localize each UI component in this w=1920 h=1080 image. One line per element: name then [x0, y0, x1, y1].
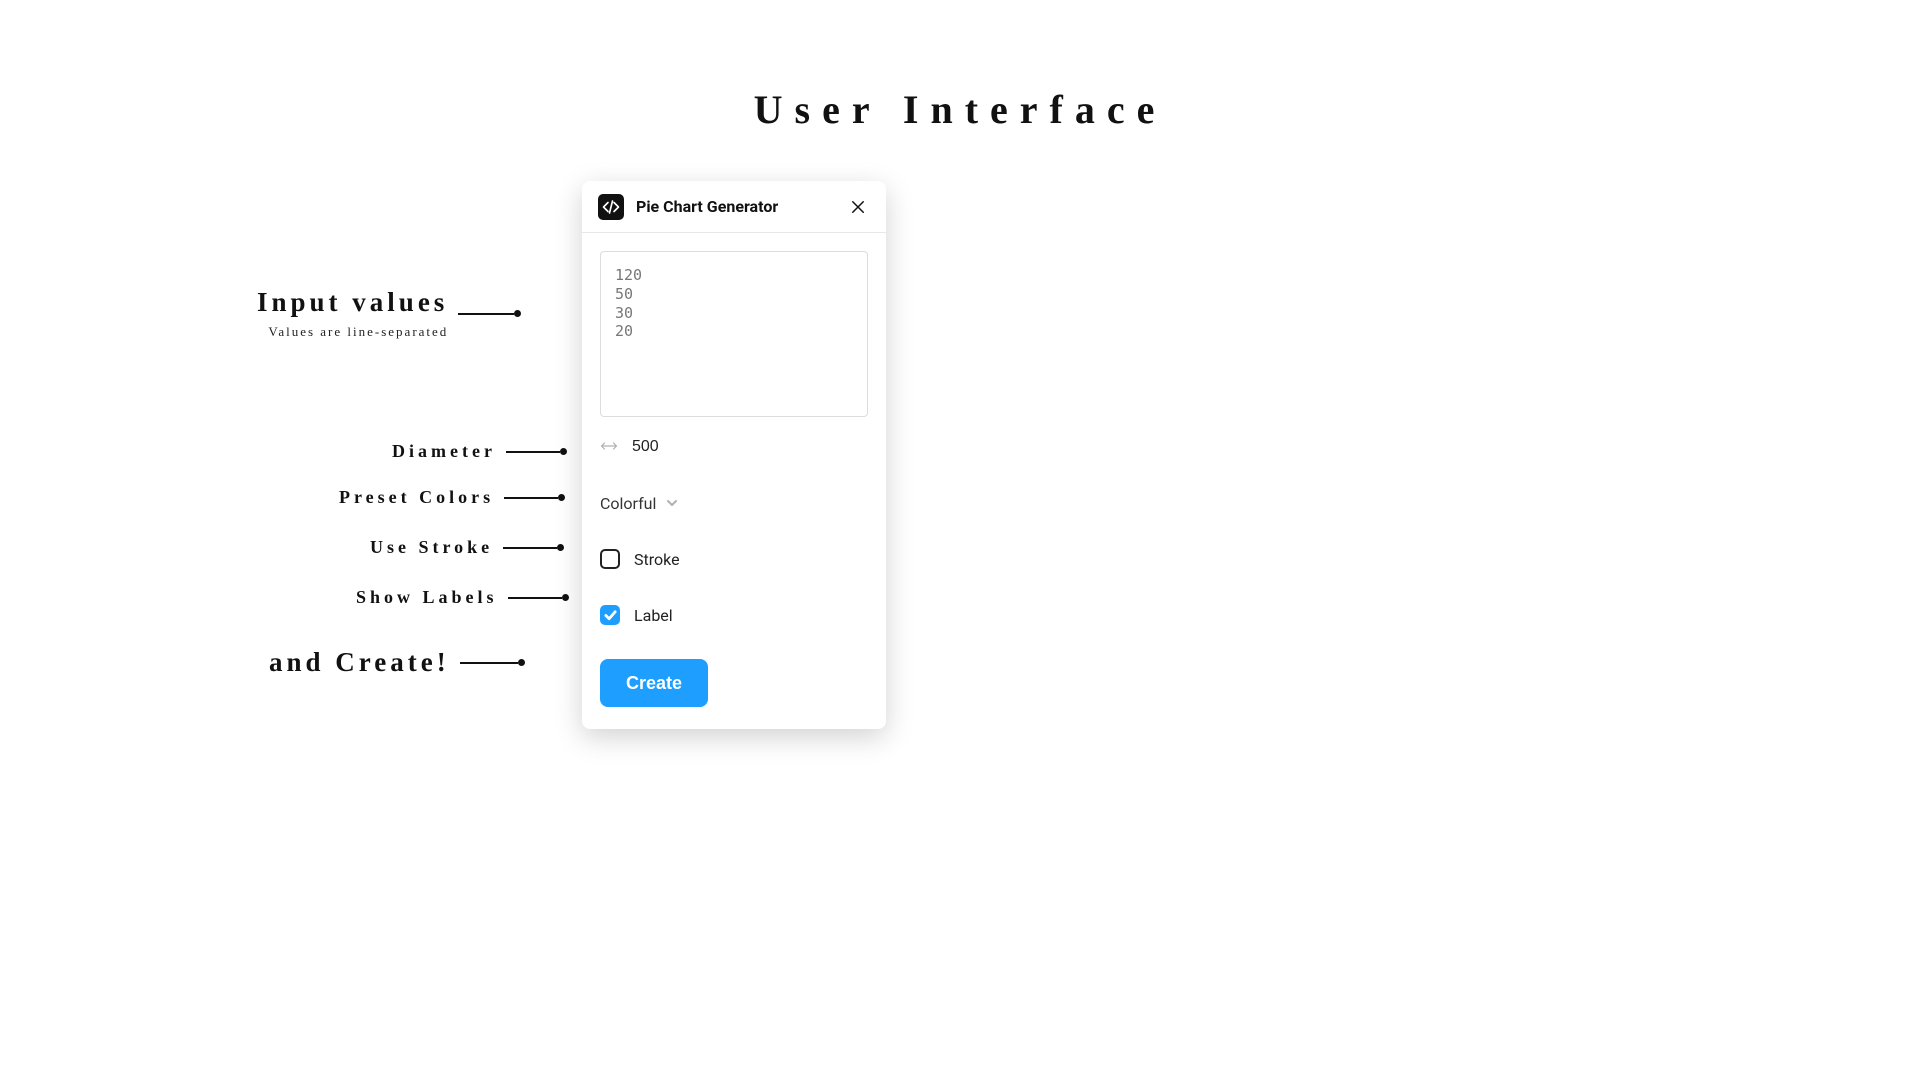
panel-title: Pie Chart Generator — [636, 197, 846, 216]
connector-line — [503, 544, 564, 551]
annotation-preset-colors: Preset Colors — [339, 487, 565, 508]
annotation-use-stroke-label: Use Stroke — [370, 537, 493, 558]
label-checkbox[interactable] — [600, 605, 620, 625]
label-checkbox-label: Label — [634, 606, 673, 625]
preset-colors-value: Colorful — [600, 494, 656, 513]
close-icon[interactable] — [846, 195, 870, 219]
chevron-down-icon — [666, 494, 678, 513]
generator-panel: Pie Chart Generator Colorful Stroke — [582, 181, 886, 729]
annotation-preset-colors-label: Preset Colors — [339, 487, 494, 508]
diameter-row — [600, 433, 868, 461]
code-icon — [598, 194, 624, 220]
diameter-input[interactable] — [632, 438, 712, 456]
label-row: Label — [600, 601, 868, 629]
page-title: User Interface — [0, 86, 1920, 133]
annotation-use-stroke: Use Stroke — [370, 537, 564, 558]
annotation-show-labels-label: Show Labels — [356, 587, 498, 608]
annotation-input-values-label: Input values — [257, 287, 448, 318]
panel-body: Colorful Stroke Label Create — [582, 233, 886, 729]
connector-line — [508, 594, 569, 601]
annotation-and-create: and Create! — [269, 647, 525, 678]
annotation-diameter: Diameter — [392, 441, 567, 462]
panel-header: Pie Chart Generator — [582, 181, 886, 233]
stroke-checkbox[interactable] — [600, 549, 620, 569]
stroke-row: Stroke — [600, 545, 868, 573]
annotation-input-values-sub: Values are line-separated — [268, 324, 448, 340]
annotation-show-labels: Show Labels — [356, 587, 569, 608]
preset-colors-dropdown[interactable]: Colorful — [600, 494, 678, 513]
connector-line — [458, 310, 521, 317]
annotation-input-values: Input values Values are line-separated — [257, 287, 521, 340]
connector-line — [506, 448, 567, 455]
annotation-and-create-label: and Create! — [269, 647, 450, 678]
connector-line — [460, 659, 525, 666]
preset-colors-row: Colorful — [600, 489, 868, 517]
values-input[interactable] — [600, 251, 868, 417]
stroke-checkbox-label: Stroke — [634, 550, 680, 569]
create-button[interactable]: Create — [600, 659, 708, 707]
horizontal-arrow-icon — [600, 438, 618, 457]
connector-line — [504, 494, 565, 501]
annotation-diameter-label: Diameter — [392, 441, 496, 462]
